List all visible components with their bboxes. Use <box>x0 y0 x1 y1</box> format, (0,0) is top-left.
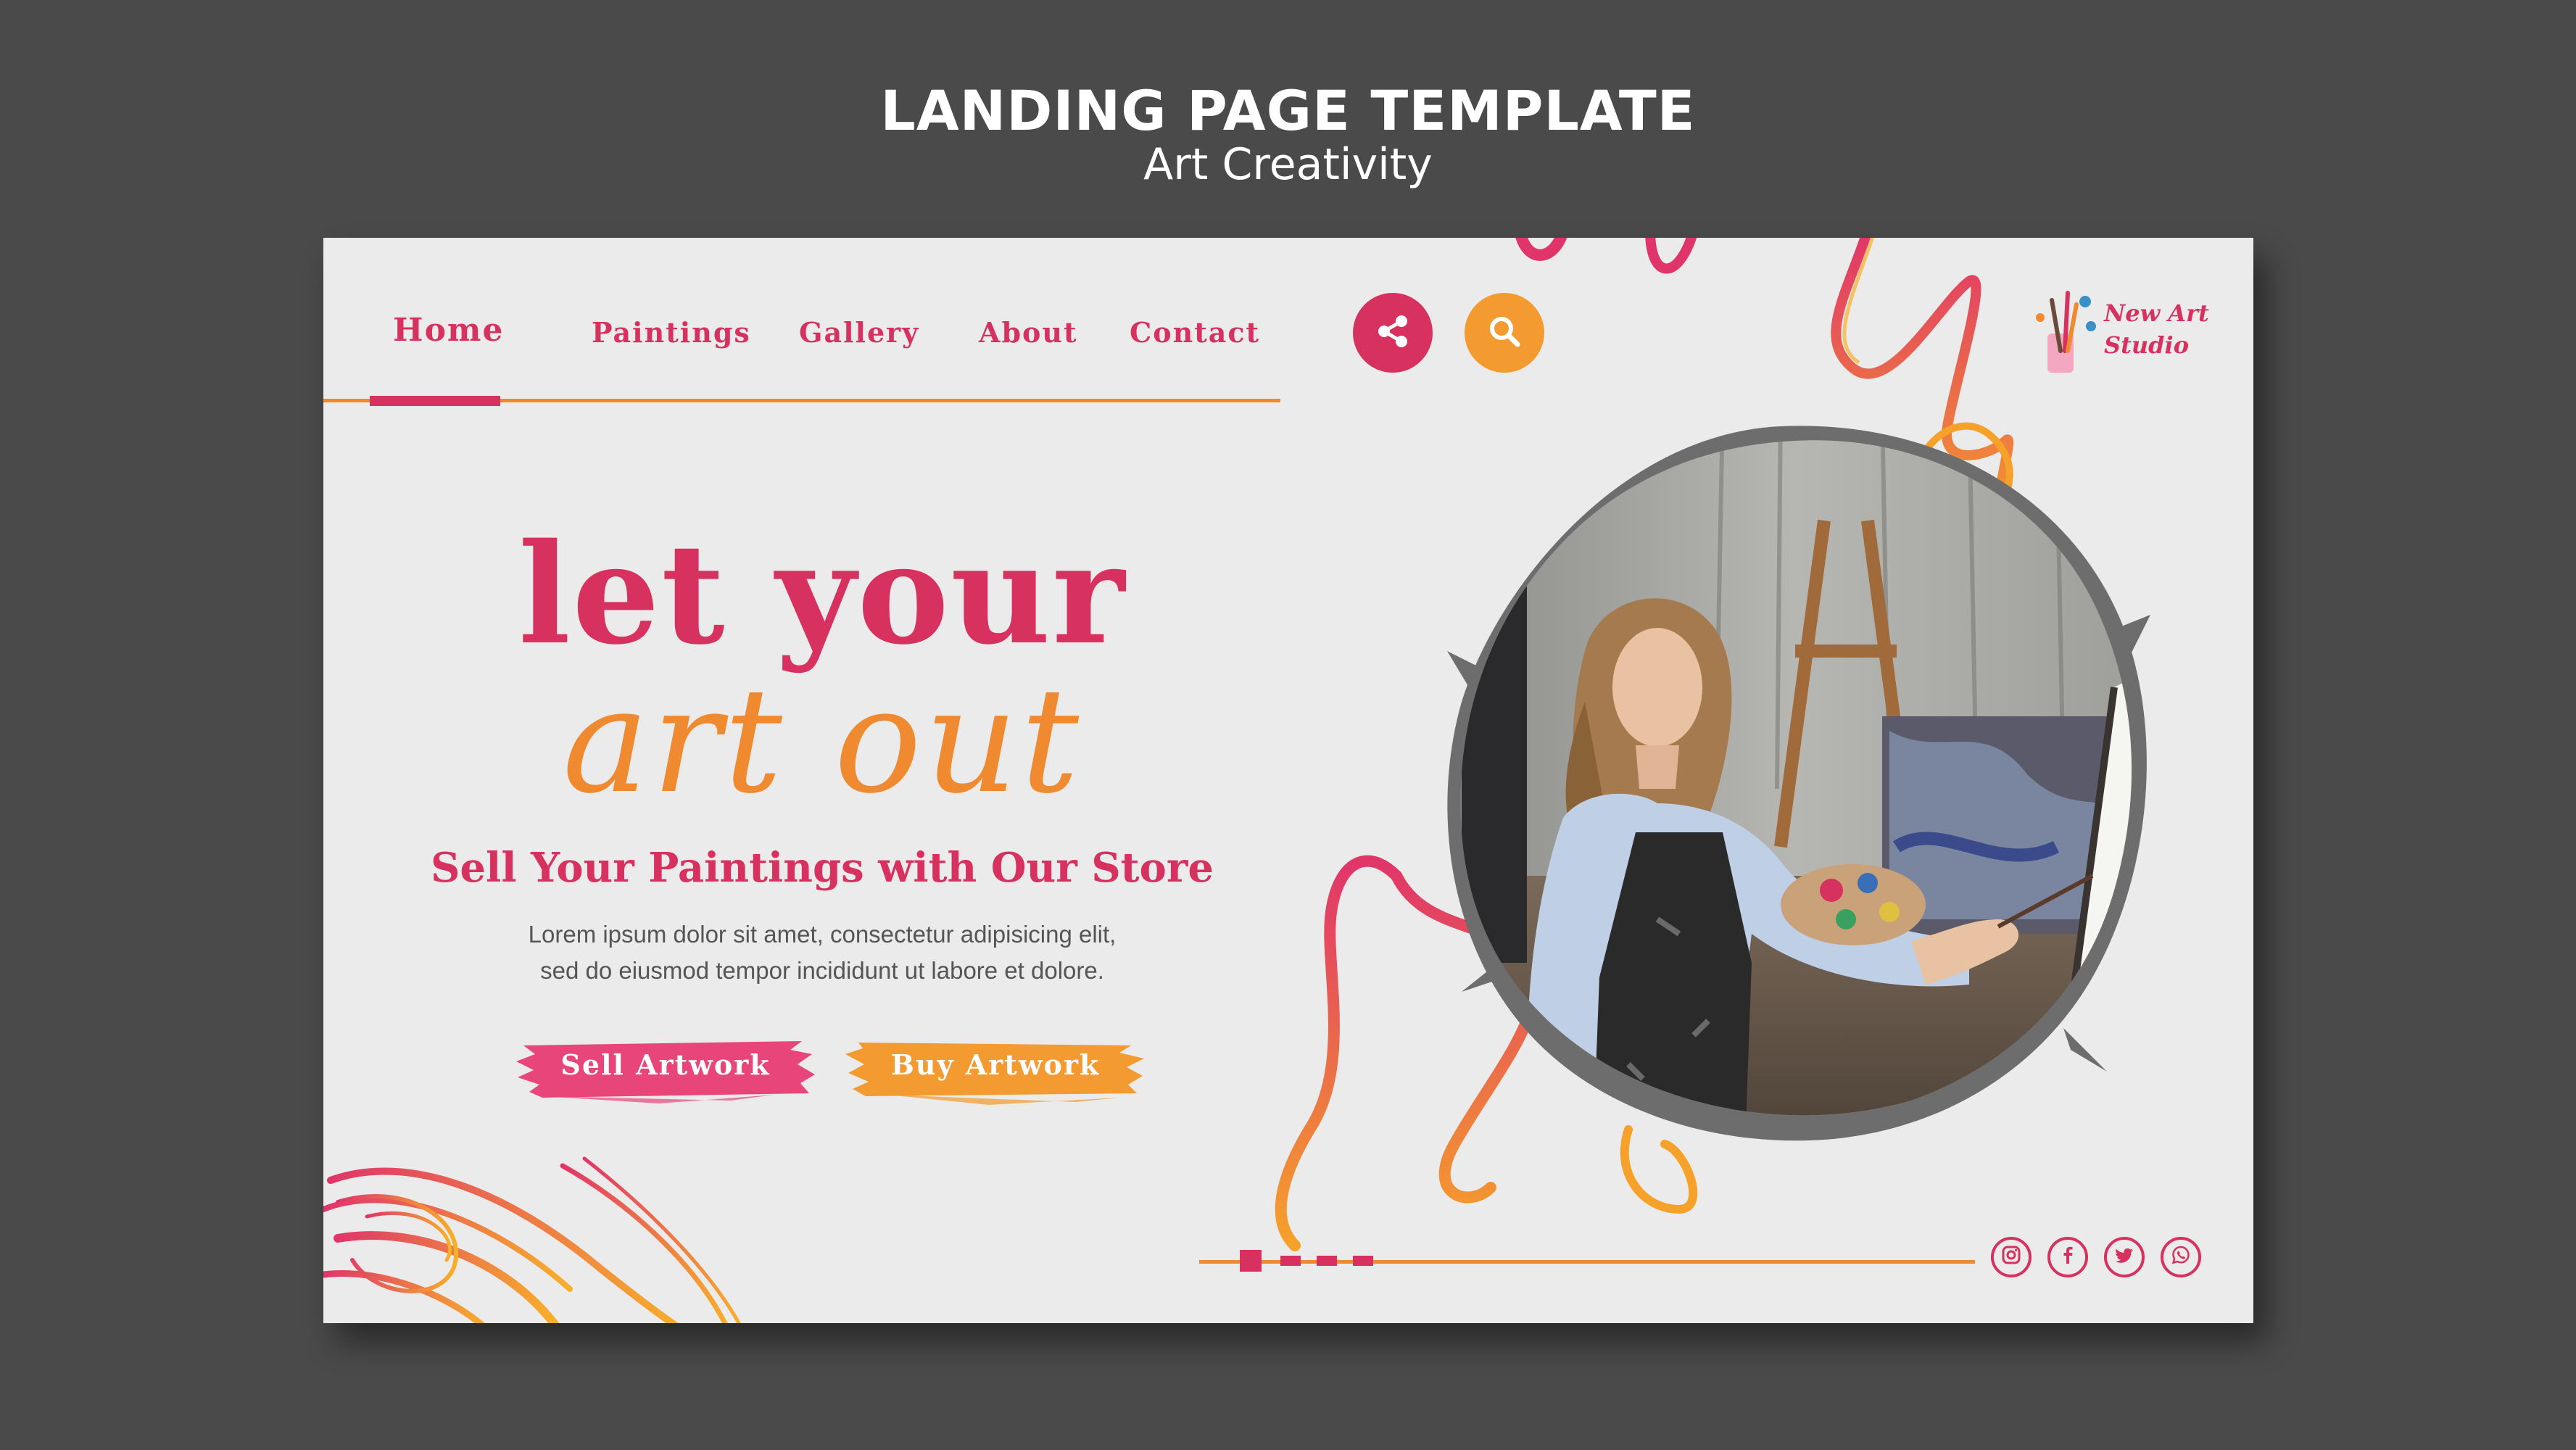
sell-artwork-button[interactable]: Sell Artwork <box>513 1032 818 1105</box>
whatsapp-icon <box>2170 1244 2192 1271</box>
pagination-dot-1[interactable] <box>1240 1250 1262 1272</box>
hero-body-text: Lorem ipsum dolor sit amet, consectetur … <box>468 916 1176 989</box>
logo[interactable]: New Art Studio <box>2030 286 2209 380</box>
pagination-dot-3[interactable] <box>1317 1256 1337 1266</box>
instagram-button[interactable] <box>1991 1237 2032 1277</box>
whatsapp-button[interactable] <box>2161 1237 2201 1277</box>
hero-body-line2: sed do eiusmod tempor incididunt ut labo… <box>540 957 1104 984</box>
share-icon <box>1372 311 1413 355</box>
nav-item-contact[interactable]: Contact <box>1130 316 1260 349</box>
hero-body-line1: Lorem ipsum dolor sit amet, consectetur … <box>528 921 1117 948</box>
twitter-icon <box>2113 1244 2135 1271</box>
nav-item-home[interactable]: Home <box>393 312 504 349</box>
facebook-button[interactable] <box>2047 1237 2088 1277</box>
buy-artwork-button[interactable]: Buy Artwork <box>844 1032 1147 1105</box>
main-nav: Home Paintings Gallery About Contact <box>323 238 1280 412</box>
logo-text-line2: Studio <box>2104 331 2190 359</box>
template-title: LANDING PAGE TEMPLATE <box>880 78 1696 143</box>
nav-item-about[interactable]: About <box>979 316 1078 349</box>
hero-heading-line1: let your <box>518 513 1127 675</box>
share-button[interactable] <box>1353 293 1433 373</box>
instagram-icon <box>2000 1244 2022 1271</box>
sell-artwork-label: Sell Artwork <box>560 1048 771 1081</box>
hero-photo <box>1418 412 2172 1166</box>
pagination-dot-2[interactable] <box>1280 1256 1301 1266</box>
template-subtitle: Art Creativity <box>1143 139 1433 190</box>
search-button[interactable] <box>1465 293 1544 373</box>
nav-item-paintings[interactable]: Paintings <box>592 316 751 349</box>
pagination-track <box>1199 1260 1975 1264</box>
facebook-icon <box>2057 1244 2079 1271</box>
buy-artwork-label: Buy Artwork <box>890 1048 1101 1081</box>
hero-subheading: Sell Your Paintings with Our Store <box>430 844 1214 892</box>
twitter-button[interactable] <box>2104 1237 2145 1277</box>
nav-item-gallery[interactable]: Gallery <box>799 316 919 349</box>
logo-text-line1: New Art <box>2104 299 2209 327</box>
pagination-dot-4[interactable] <box>1353 1256 1373 1266</box>
hero-heading-line2: art out <box>562 657 1082 826</box>
nav-active-indicator <box>370 396 500 406</box>
search-icon <box>1486 312 1523 353</box>
landing-page-card: Home Paintings Gallery About Contact New… <box>323 238 2253 1323</box>
